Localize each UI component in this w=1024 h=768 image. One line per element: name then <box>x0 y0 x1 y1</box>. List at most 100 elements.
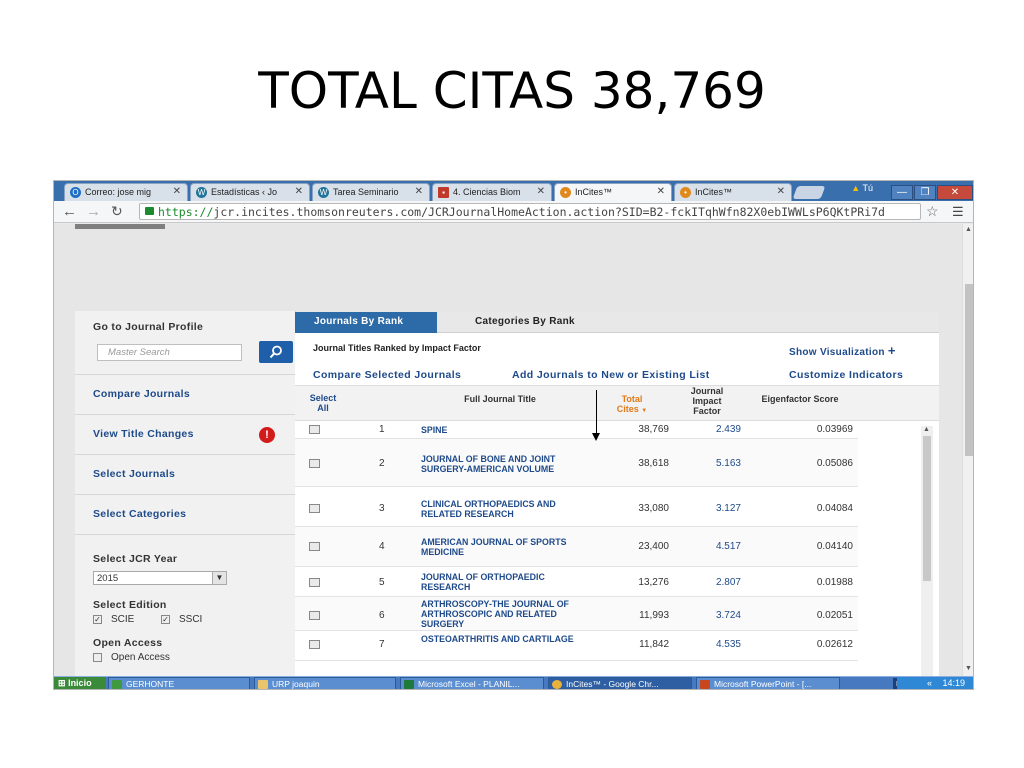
maximize-icon[interactable]: ❐ <box>914 185 936 200</box>
annotation-arrow-line <box>596 390 597 437</box>
add-journals-link[interactable]: Add Journals to New or Existing List <box>512 369 710 381</box>
master-search-input[interactable]: Master Search <box>97 344 242 361</box>
customize-indicators-link[interactable]: Customize Indicators <box>789 369 903 381</box>
incites-icon: • <box>560 187 571 198</box>
total-cites-header[interactable]: Total Cites ▼ <box>607 394 657 416</box>
minimize-icon[interactable]: — <box>891 185 913 200</box>
page-scroll-thumb[interactable] <box>965 284 973 456</box>
table-row: 4 AMERICAN JOURNAL OF SPORTS MEDICINE 23… <box>295 527 858 567</box>
row-checkbox[interactable] <box>309 611 320 620</box>
table-row: 1 SPINE 38,769 2.439 0.03969 <box>295 421 858 439</box>
close-icon[interactable]: ✕ <box>537 186 545 197</box>
row-checkbox[interactable] <box>309 542 320 551</box>
open-access-checkbox[interactable] <box>93 653 102 662</box>
browser-tab-correo[interactable]: O Correo: jose mig ✕ <box>64 183 188 201</box>
sidebar: Go to Journal Profile Master Search Comp… <box>75 311 296 676</box>
close-icon[interactable]: ✕ <box>777 186 785 197</box>
sidebar-item-view-title-changes[interactable]: View Title Changes ! <box>75 415 296 455</box>
close-icon[interactable]: ✕ <box>657 186 665 197</box>
excel-icon <box>404 680 414 689</box>
forward-arrow-icon[interactable]: → <box>86 203 101 220</box>
page-scrollbar[interactable]: ▲ ▼ <box>962 224 973 676</box>
browser-tab-estadisticas[interactable]: W Estadísticas ‹ Jo ✕ <box>190 183 310 201</box>
table-scrollbar[interactable]: ▲ <box>921 426 933 676</box>
address-bar: ← → ↻ https://jcr.incites.thomsonreuters… <box>54 201 973 223</box>
browser-tab-ciencias[interactable]: ▪ 4. Ciencias Biom ✕ <box>432 183 552 201</box>
journal-link[interactable]: OSTEOARTHRITIS AND CARTILAGE <box>421 634 586 644</box>
scroll-up-icon[interactable]: ▲ <box>923 426 930 433</box>
scroll-down-icon[interactable]: ▼ <box>965 665 972 672</box>
url-input[interactable]: https://jcr.incites.thomsonreuters.com/J… <box>139 203 921 220</box>
new-tab-button[interactable] <box>792 186 826 199</box>
search-button[interactable] <box>259 341 293 363</box>
taskbar-item-chrome[interactable]: InCites™ - Google Chr... <box>548 677 692 689</box>
browser-screenshot: O Correo: jose mig ✕ W Estadísticas ‹ Jo… <box>53 180 974 690</box>
journal-link[interactable]: SPINE <box>421 425 586 435</box>
close-icon[interactable]: ✕ <box>295 186 303 197</box>
tab-journals-by-rank[interactable]: Journals By Rank <box>295 312 437 333</box>
table-header: Select All Full Journal Title Total Cite… <box>295 385 939 421</box>
ssci-checkbox[interactable]: ✓ <box>161 615 170 624</box>
wordpress-icon: W <box>196 187 207 198</box>
chrome-icon <box>552 680 562 689</box>
table-row: 5 JOURNAL OF ORTHOPAEDIC RESEARCH 13,276… <box>295 567 858 597</box>
back-arrow-icon[interactable]: ← <box>62 203 77 220</box>
powerpoint-icon <box>700 680 710 689</box>
incites-icon: • <box>680 187 691 198</box>
lock-icon <box>145 207 154 215</box>
browser-tab-incites[interactable]: • InCites™ ✕ <box>674 183 792 201</box>
document-icon: ▪ <box>438 187 449 198</box>
journal-link[interactable]: ARTHROSCOPY-THE JOURNAL OF ARTHROSCOPIC … <box>421 599 586 629</box>
tab-categories-by-rank[interactable]: Categories By Rank <box>475 316 575 327</box>
reload-icon[interactable]: ↻ <box>111 203 123 220</box>
close-window-icon[interactable]: ✕ <box>937 185 973 200</box>
clock: 14:19 <box>942 678 966 688</box>
tray-expand-icon[interactable]: « <box>927 678 932 688</box>
taskbar-item-gerhonte[interactable]: GERHONTE <box>108 677 250 689</box>
start-button[interactable]: ⊞ Inicio <box>54 677 106 689</box>
page-content: Go to Journal Profile Master Search Comp… <box>54 224 962 676</box>
row-checkbox[interactable] <box>309 504 320 513</box>
compare-selected-link[interactable]: Compare Selected Journals <box>313 369 461 381</box>
sidebar-item-compare-journals[interactable]: Compare Journals <box>75 375 296 415</box>
jcr-year-select[interactable]: 2015 ▼ <box>93 571 227 585</box>
eigenfactor-header[interactable]: Eigenfactor Score <box>745 394 855 404</box>
row-checkbox[interactable] <box>309 425 320 434</box>
sidebar-filters: Select JCR Year 2015 ▼ Select Edition ✓ … <box>75 535 296 676</box>
user-badge[interactable]: ▲ Tú <box>851 183 873 193</box>
bookmark-star-icon[interactable]: ☆ <box>926 203 939 220</box>
taskbar-item-urp[interactable]: URP joaquin <box>254 677 396 689</box>
main-panel: Journals By Rank Categories By Rank Jour… <box>295 312 939 676</box>
main-tabs: Journals By Rank Categories By Rank <box>295 312 939 333</box>
taskbar-item-powerpoint[interactable]: Microsoft PowerPoint - [... <box>696 677 840 689</box>
table-subheading: Journal Titles Ranked by Impact Factor <box>313 343 481 353</box>
table-row: 3 CLINICAL ORTHOPAEDICS AND RELATED RESE… <box>295 487 858 527</box>
jif-header[interactable]: Journal Impact Factor <box>681 386 733 416</box>
alert-icon: ! <box>259 427 275 443</box>
row-checkbox[interactable] <box>309 578 320 587</box>
table-scroll-thumb[interactable] <box>923 436 931 581</box>
browser-tab-incites-active[interactable]: • InCites™ ✕ <box>554 183 672 201</box>
close-icon[interactable]: ✕ <box>415 186 423 197</box>
system-tray: « 14:19 <box>897 677 973 689</box>
journal-link[interactable]: CLINICAL ORTHOPAEDICS AND RELATED RESEAR… <box>421 499 586 519</box>
row-checkbox[interactable] <box>309 459 320 468</box>
menu-icon[interactable]: ☰ <box>952 204 964 220</box>
select-all-header[interactable]: Select All <box>303 393 343 413</box>
sidebar-item-select-categories[interactable]: Select Categories <box>75 495 296 535</box>
scie-checkbox[interactable]: ✓ <box>93 615 102 624</box>
row-checkbox[interactable] <box>309 640 320 649</box>
sidebar-item-select-journals[interactable]: Select Journals <box>75 455 296 495</box>
browser-tab-tarea[interactable]: W Tarea Seminario ✕ <box>312 183 430 201</box>
network-icon <box>112 680 122 689</box>
show-visualization-link[interactable]: Show Visualization + <box>789 343 896 358</box>
journal-link[interactable]: JOURNAL OF BONE AND JOINT SURGERY-AMERIC… <box>421 454 586 474</box>
scroll-up-icon[interactable]: ▲ <box>965 226 972 233</box>
taskbar-item-excel[interactable]: Microsoft Excel - PLANIL... <box>400 677 544 689</box>
close-icon[interactable]: ✕ <box>173 186 181 197</box>
journal-link[interactable]: JOURNAL OF ORTHOPAEDIC RESEARCH <box>421 572 586 592</box>
full-title-header[interactable]: Full Journal Title <box>445 394 555 404</box>
journal-link[interactable]: AMERICAN JOURNAL OF SPORTS MEDICINE <box>421 537 586 557</box>
chevron-down-icon: ▼ <box>212 572 226 584</box>
header-strip <box>75 224 165 229</box>
